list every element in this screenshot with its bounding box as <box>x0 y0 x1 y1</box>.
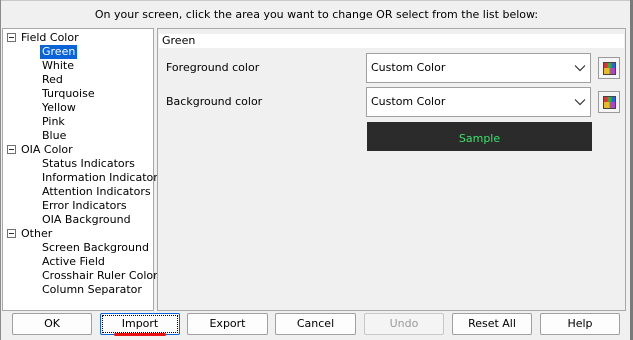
undo-button[interactable]: Undo <box>364 313 444 335</box>
help-button[interactable]: Help <box>540 313 620 335</box>
color-palette-icon <box>603 62 616 75</box>
color-sample-preview: Sample <box>367 122 592 151</box>
tree-item-screen-background[interactable]: Screen Background <box>40 241 151 255</box>
panel-title: Green <box>159 34 624 48</box>
reset-all-button[interactable]: Reset All <box>452 313 532 335</box>
foreground-color-select[interactable]: Custom Color <box>366 53 591 83</box>
tree-group-label: OIA Color <box>21 143 73 156</box>
collapse-minus-icon[interactable] <box>7 33 16 42</box>
tree-item-crosshair-ruler-color[interactable]: Crosshair Ruler Color <box>40 269 160 283</box>
tree-item-turquoise[interactable]: Turquoise <box>40 87 97 101</box>
foreground-color-picker-button[interactable] <box>598 57 620 79</box>
tree-group-other[interactable]: Other <box>7 227 52 241</box>
background-color-picker-button[interactable] <box>598 91 620 113</box>
color-palette-icon <box>603 96 616 109</box>
window-top-edge <box>0 0 633 1</box>
tree-group-label: Other <box>21 227 53 240</box>
tree-item-error-indicators[interactable]: Error Indicators <box>40 199 129 213</box>
tree-item-white[interactable]: White <box>40 59 76 73</box>
window-left-edge <box>0 0 1 340</box>
foreground-color-value: Custom Color <box>371 61 446 74</box>
tree-item-information-indicators[interactable]: Information Indicators <box>40 171 166 185</box>
tree-item-status-indicators[interactable]: Status Indicators <box>40 157 137 171</box>
tree-item-attention-indicators[interactable]: Attention Indicators <box>40 185 153 199</box>
tree-item-pink[interactable]: Pink <box>40 115 67 129</box>
tree-item-column-separator[interactable]: Column Separator <box>40 283 144 297</box>
tree-item-oia-background[interactable]: OIA Background <box>40 213 133 227</box>
tree-item-blue[interactable]: Blue <box>40 129 68 143</box>
import-button[interactable]: Import <box>100 313 180 335</box>
collapse-minus-icon[interactable] <box>7 145 16 154</box>
collapse-minus-icon[interactable] <box>7 229 16 238</box>
tree-group-oia-color[interactable]: OIA Color <box>7 143 73 157</box>
tree-item-yellow[interactable]: Yellow <box>40 101 78 115</box>
instruction-text: On your screen, click the area you want … <box>94 8 539 21</box>
tree-group-label: Field Color <box>21 31 79 44</box>
color-category-tree[interactable]: Field Color Green White Red Turquoise Ye… <box>2 28 164 311</box>
cancel-button[interactable]: Cancel <box>275 313 356 335</box>
export-button[interactable]: Export <box>187 313 268 335</box>
background-color-label: Background color <box>166 95 263 108</box>
tree-item-active-field[interactable]: Active Field <box>40 255 107 269</box>
tree-item-green[interactable]: Green <box>40 45 78 59</box>
background-color-select[interactable]: Custom Color <box>366 87 591 117</box>
background-color-value: Custom Color <box>371 95 446 108</box>
foreground-color-label: Foreground color <box>166 61 260 74</box>
tree-group-field-color[interactable]: Field Color <box>7 31 79 45</box>
annotation-underline <box>114 333 166 336</box>
ok-button[interactable]: OK <box>12 313 92 335</box>
tree-item-red[interactable]: Red <box>40 73 65 87</box>
chevron-down-icon <box>574 65 586 72</box>
chevron-down-icon <box>574 99 586 106</box>
